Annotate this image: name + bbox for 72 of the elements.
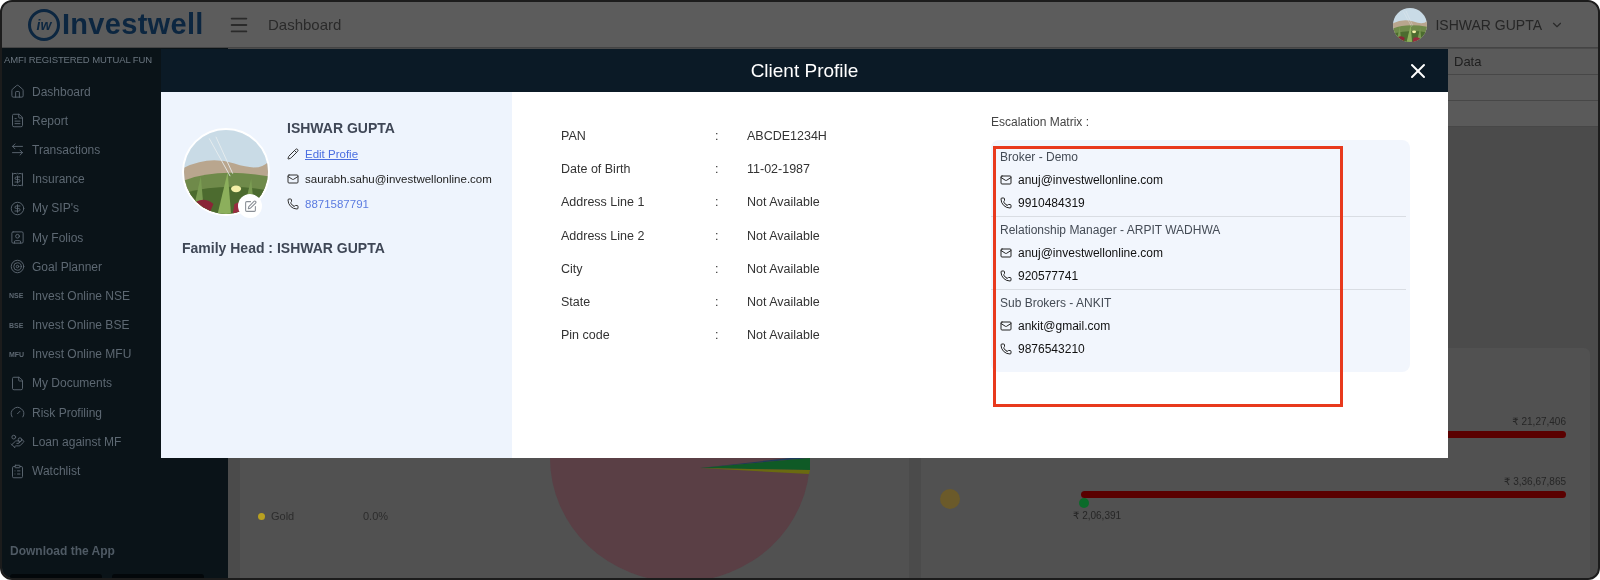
sidebar-item[interactable]: Report	[2, 106, 228, 136]
contact-email: ankit@gmail.com	[1018, 318, 1111, 333]
phone-icon	[1000, 196, 1012, 209]
client-email: saurabh.sahu@investwellonline.com	[305, 173, 492, 185]
sidebar-item[interactable]: Insurance	[2, 164, 228, 194]
detail-label: Address Line 1	[561, 195, 646, 212]
detail-separator: :	[715, 294, 720, 311]
detail-separator: :	[715, 129, 720, 145]
target-icon	[9, 259, 26, 275]
sidebar-item[interactable]: Watchlist	[2, 456, 228, 486]
contact-role: Relationship Manager - ARPIT WADHWA	[1000, 223, 1222, 237]
sidebar-item[interactable]: My Documents	[2, 368, 228, 399]
contact-phone: 9876543210	[1018, 341, 1085, 356]
detail-separator: :	[715, 328, 720, 345]
contact-email: anuj@investwellonline.com	[1018, 172, 1163, 187]
sidebar-item[interactable]: Dashboard	[2, 77, 228, 107]
detail-value: Not Available	[747, 261, 820, 278]
phone-icon	[287, 198, 299, 210]
detail-value: 11-02-1987	[747, 162, 810, 179]
detail-label: Date of Birth	[561, 162, 632, 179]
arrows-icon	[9, 142, 26, 158]
dialog-title: Client Profile	[750, 59, 859, 82]
detail-separator: :	[715, 261, 720, 278]
contact-phone: 920577741	[1018, 268, 1079, 283]
detail-separator: :	[715, 195, 720, 212]
sidebar-tagline: AMFI REGISTERED MUTUAL FUN	[3, 54, 153, 65]
detail-label: State	[561, 294, 592, 311]
contact-role: Broker - Demo	[1000, 150, 1080, 164]
detail-label: PAN	[561, 129, 587, 145]
detail-separator: :	[715, 162, 720, 179]
client-name: ISHWAR GUPTA	[287, 120, 396, 136]
logo-text: Investwell	[62, 8, 204, 41]
detail-value: Not Available	[747, 195, 820, 212]
contact-email: anuj@investwellonline.com	[1018, 245, 1163, 260]
sidebar-item[interactable]: My SIP's	[2, 193, 228, 223]
contact-phone: 9910484319	[1018, 195, 1085, 210]
detail-separator: :	[715, 228, 720, 245]
detail-value: Not Available	[747, 228, 820, 245]
edit-photo-button[interactable]	[238, 194, 262, 218]
report-icon	[9, 113, 26, 129]
sidebar-item[interactable]: Loan against MF	[2, 427, 228, 457]
mail-icon	[1000, 246, 1012, 259]
mail-icon	[1000, 319, 1012, 332]
detail-label: Pin code	[561, 328, 611, 345]
document-icon	[9, 375, 26, 391]
mail-icon	[1000, 173, 1012, 186]
detail-label: City	[561, 261, 584, 278]
phone-icon	[1000, 342, 1012, 355]
list-icon	[9, 463, 26, 479]
phone-icon	[1000, 269, 1012, 282]
download-title: Download the App	[9, 544, 116, 558]
receipt-icon	[9, 171, 26, 187]
family-head: Family Head : ISHWAR GUPTA	[182, 240, 386, 256]
client-phone[interactable]: 8871587791	[305, 198, 369, 210]
mail-icon	[287, 173, 299, 185]
home-icon	[9, 84, 26, 100]
pencil-icon	[287, 148, 299, 160]
escalation-title: Escalation Matrix :	[991, 115, 1091, 129]
logo-mark: iw	[28, 8, 60, 41]
edit-profile-link[interactable]: Edit Profie	[305, 148, 359, 160]
money-bag-icon	[9, 434, 26, 450]
detail-value: Not Available	[747, 294, 820, 311]
contact-role: Sub Brokers - ANKIT	[1000, 296, 1113, 310]
sidebar-item[interactable]: Transactions	[2, 135, 228, 165]
detail-value: ABCDE1234H	[747, 129, 827, 145]
detail-label: Address Line 2	[561, 228, 646, 245]
user-card-icon	[9, 230, 26, 246]
detail-value: Not Available	[747, 328, 820, 345]
sidebar-item[interactable]: Risk Profiling	[2, 398, 228, 428]
edit-icon[interactable]	[243, 199, 257, 213]
status-dot	[1079, 498, 1089, 508]
coin-icon	[9, 200, 26, 216]
